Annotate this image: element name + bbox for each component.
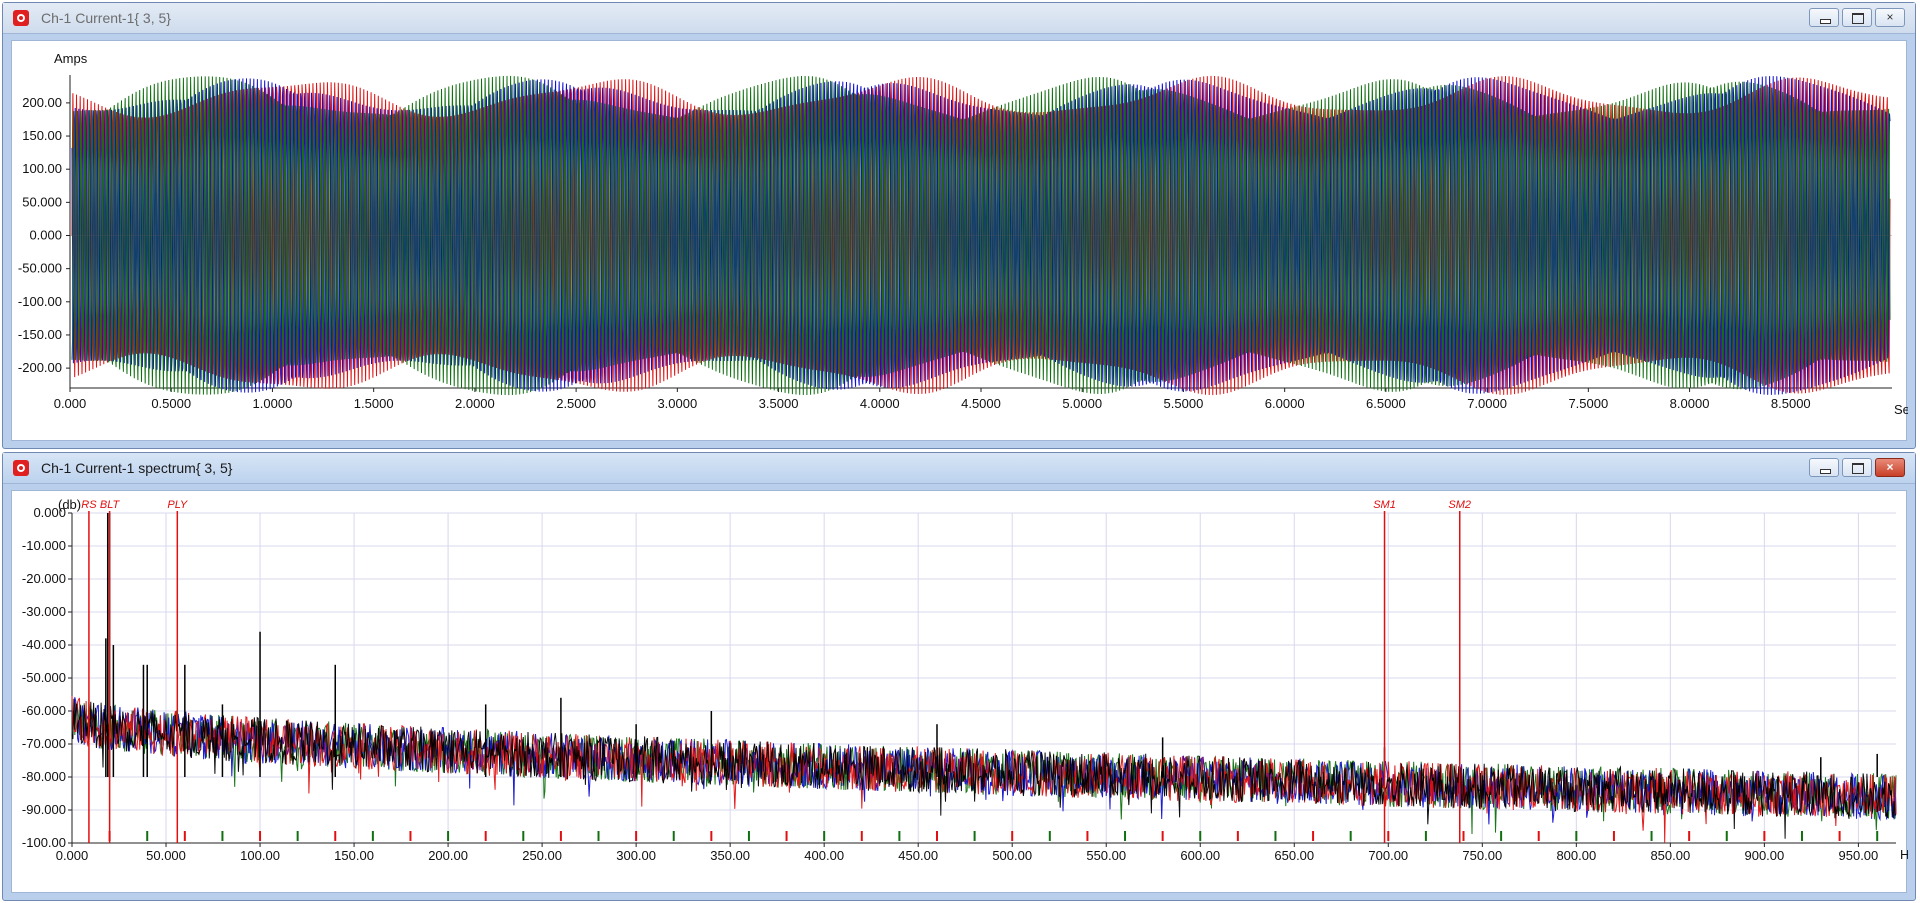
y-tick-label: 100.00 <box>22 161 62 176</box>
y-tick-label: -90.000 <box>22 802 66 817</box>
minimize-button[interactable] <box>1809 8 1839 27</box>
y-tick-label: -100.00 <box>18 294 62 309</box>
y-tick-label: 200.00 <box>22 95 62 110</box>
x-tick-label: 450.00 <box>898 848 938 863</box>
y-tick-label: -10.000 <box>22 538 66 553</box>
y-tick-label: 150.00 <box>22 128 62 143</box>
restore-button[interactable] <box>1842 8 1872 27</box>
x-tick-label: 350.00 <box>710 848 750 863</box>
waveform-window: Ch-1 Current-1{ 3, 5} × Amps Sec 200.00 150… <box>2 2 1916 449</box>
waveform-window-title: Ch-1 Current-1{ 3, 5} <box>41 10 171 26</box>
y-tick-label: -30.000 <box>22 604 66 619</box>
x-axis-label: Hz <box>1900 847 1908 862</box>
spectrum-titlebar[interactable]: Ch-1 Current-1 spectrum{ 3, 5} × <box>3 453 1915 484</box>
x-tick-label: 8.5000 <box>1771 396 1811 411</box>
restore-icon <box>1852 13 1864 24</box>
y-tick-label: 50.000 <box>22 194 62 209</box>
app-icon <box>13 10 29 26</box>
x-tick-label: 1.0000 <box>253 396 293 411</box>
x-tick-label: 600.00 <box>1180 848 1220 863</box>
x-tick-label: 700.00 <box>1368 848 1408 863</box>
x-tick-label: 5.0000 <box>1062 396 1102 411</box>
x-tick-label: 50.000 <box>146 848 186 863</box>
x-tick-label: 6.0000 <box>1265 396 1305 411</box>
close-icon: × <box>1886 10 1894 24</box>
x-tick-label: 2.0000 <box>455 396 495 411</box>
y-tick-label: -20.000 <box>22 571 66 586</box>
x-tick-label: 300.00 <box>616 848 656 863</box>
x-tick-label: 950.00 <box>1839 848 1879 863</box>
close-button[interactable]: × <box>1875 8 1905 27</box>
y-tick-label: 0.000 <box>33 505 66 520</box>
x-tick-label: 400.00 <box>804 848 844 863</box>
y-tick-label: 0.000 <box>29 228 62 243</box>
x-tick-label: 5.5000 <box>1164 396 1204 411</box>
x-tick-label: 800.00 <box>1556 848 1596 863</box>
y-tick-label: -80.000 <box>22 769 66 784</box>
x-tick-label: 550.00 <box>1086 848 1126 863</box>
y-tick-label: -70.000 <box>22 736 66 751</box>
x-tick-label: 900.00 <box>1744 848 1784 863</box>
spectrum-chart[interactable]: (db)Hz0.000-10.000-20.000-30.000-40.000-… <box>12 491 1908 894</box>
x-tick-label: 3.0000 <box>657 396 697 411</box>
x-tick-label: 0.000 <box>56 848 89 863</box>
x-tick-label: 1.5000 <box>354 396 394 411</box>
y-tick-label: -150.00 <box>18 327 62 342</box>
x-tick-label: 6.5000 <box>1366 396 1406 411</box>
x-tick-label: 650.00 <box>1274 848 1314 863</box>
x-tick-label: 200.00 <box>428 848 468 863</box>
restore-button[interactable] <box>1842 458 1872 477</box>
x-tick-label: 100.00 <box>240 848 280 863</box>
x-tick-label: 500.00 <box>992 848 1032 863</box>
y-tick-label: -50.000 <box>22 670 66 685</box>
y-tick-label: -40.000 <box>22 637 66 652</box>
restore-icon <box>1852 463 1864 474</box>
waveform-titlebar[interactable]: Ch-1 Current-1{ 3, 5} × <box>3 3 1915 34</box>
app-icon <box>13 460 29 476</box>
x-tick-label: 250.00 <box>522 848 562 863</box>
y-tick-label: -50.000 <box>18 261 62 276</box>
x-tick-label: 4.0000 <box>860 396 900 411</box>
marker-label: SM1 <box>1373 499 1396 511</box>
spectrum-plot-area[interactable]: (db)Hz0.000-10.000-20.000-30.000-40.000-… <box>11 490 1908 894</box>
spectrum-window: Ch-1 Current-1 spectrum{ 3, 5} × (db)Hz0… <box>2 452 1916 901</box>
minimize-button[interactable] <box>1809 458 1839 477</box>
x-tick-label: 3.5000 <box>759 396 799 411</box>
y-tick-label: -60.000 <box>22 703 66 718</box>
x-tick-label: 0.000 <box>54 396 87 411</box>
x-tick-label: 0.5000 <box>151 396 191 411</box>
x-tick-label: 2.5000 <box>556 396 596 411</box>
x-tick-label: 750.00 <box>1462 848 1502 863</box>
waveform-chart[interactable]: Amps Sec 200.00 150.00 100.00 50.000 0.000 -50.… <box>12 41 1908 442</box>
x-tick-label: 7.0000 <box>1467 396 1507 411</box>
x-tick-label: 4.5000 <box>961 396 1001 411</box>
spectrum-window-title: Ch-1 Current-1 spectrum{ 3, 5} <box>41 460 233 476</box>
y-axis-label: Amps <box>54 51 88 66</box>
y-tick-label: -200.00 <box>18 360 62 375</box>
marker-label: SM2 <box>1448 499 1471 511</box>
x-tick-label: 7.5000 <box>1568 396 1608 411</box>
x-tick-label: 8.0000 <box>1670 396 1710 411</box>
x-tick-label: 150.00 <box>334 848 374 863</box>
marker-label: PLY <box>167 499 187 511</box>
minimize-icon <box>1820 19 1831 24</box>
spectrum-series-line <box>71 695 1897 844</box>
minimize-icon <box>1820 469 1831 474</box>
waveform-plot-area[interactable]: Amps Sec 200.00 150.00 100.00 50.000 0.000 -50.… <box>11 40 1908 442</box>
marker-label: RS <box>81 499 97 511</box>
x-tick-label: 850.00 <box>1650 848 1690 863</box>
close-button[interactable]: × <box>1875 458 1905 477</box>
marker-label: BLT <box>100 499 121 511</box>
close-icon: × <box>1886 460 1894 474</box>
x-axis-label: Sec <box>1894 402 1908 417</box>
